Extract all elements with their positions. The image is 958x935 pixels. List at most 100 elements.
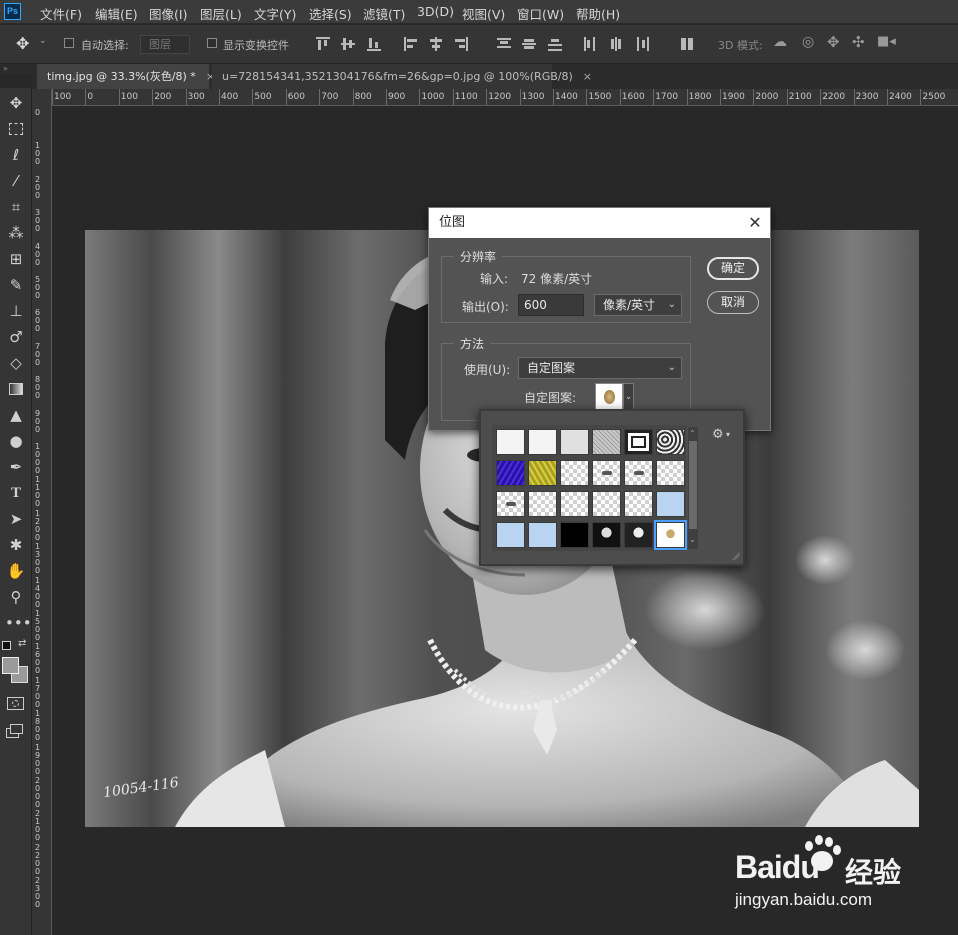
- scrollbar-thumb[interactable]: [689, 441, 697, 529]
- blur-tool-icon[interactable]: ▲: [5, 404, 27, 426]
- auto-select-target-dropdown[interactable]: 图层: [140, 35, 190, 54]
- pattern-swatch-portrait-selected[interactable]: [656, 522, 685, 548]
- scroll-up-icon[interactable]: ⌃: [689, 429, 696, 438]
- tab-timg[interactable]: timg.jpg @ 33.3%(灰色/8) * ×: [37, 64, 215, 89]
- default-colors-icon[interactable]: [2, 641, 11, 650]
- tab-second-image[interactable]: u=728154341,3521304176&fm=26&gp=0.jpg @ …: [212, 64, 592, 89]
- auto-align-icon[interactable]: [680, 37, 694, 51]
- healing-brush-tool-icon[interactable]: ⊞: [5, 248, 27, 270]
- pattern-swatch-square-frame[interactable]: [624, 429, 653, 455]
- hand-tool-icon[interactable]: ✋: [5, 560, 27, 582]
- distribute-top-icon[interactable]: [497, 37, 511, 51]
- eyedropper-tool-icon[interactable]: ⁂: [5, 222, 27, 244]
- magic-wand-tool-icon[interactable]: ⁄: [5, 170, 27, 192]
- pattern-swatch-noise[interactable]: [592, 429, 621, 455]
- brush-tool-icon[interactable]: ✎: [5, 274, 27, 296]
- pattern-swatch-paper-grey[interactable]: [560, 429, 589, 455]
- distribute-right-icon[interactable]: [635, 37, 649, 51]
- distribute-hcenter-icon[interactable]: [609, 37, 623, 51]
- crop-tool-icon[interactable]: ⌗: [5, 196, 27, 218]
- output-resolution-input[interactable]: 600: [518, 294, 584, 316]
- menu-window[interactable]: 窗口(W): [517, 4, 564, 23]
- menu-3d[interactable]: 3D(D): [417, 4, 454, 19]
- pattern-swatch-transparent-mark[interactable]: [592, 460, 621, 486]
- distribute-bottom-icon[interactable]: [548, 37, 562, 51]
- pattern-swatch-light-blue[interactable]: [528, 522, 557, 548]
- tab-close-icon[interactable]: ×: [583, 70, 592, 83]
- 3d-orbit-icon[interactable]: ☁: [773, 34, 787, 50]
- resize-grip-icon[interactable]: [729, 548, 741, 561]
- pattern-swatch-transparent[interactable]: [624, 491, 653, 517]
- menu-file[interactable]: 文件(F): [40, 4, 82, 23]
- pattern-swatch-portrait-a[interactable]: [592, 522, 621, 548]
- custom-pattern-swatch[interactable]: [595, 383, 623, 411]
- foreground-color-swatch[interactable]: [2, 657, 19, 674]
- pattern-swatch-transparent[interactable]: [656, 460, 685, 486]
- 3d-scale-icon[interactable]: ■◂: [877, 34, 896, 49]
- eraser-tool-icon[interactable]: ◇: [5, 352, 27, 374]
- scroll-down-icon[interactable]: ⌄: [689, 535, 696, 544]
- clone-stamp-tool-icon[interactable]: ⊥: [5, 300, 27, 322]
- 3d-roll-icon[interactable]: ◎: [802, 34, 814, 50]
- menu-select[interactable]: 选择(S): [309, 4, 352, 23]
- type-tool-icon[interactable]: T: [5, 482, 27, 504]
- menu-filter[interactable]: 滤镜(T): [363, 4, 405, 23]
- pattern-swatch-yellow-texture[interactable]: [528, 460, 557, 486]
- show-transform-checkbox[interactable]: [207, 38, 217, 48]
- screen-mode-icon[interactable]: [6, 724, 24, 738]
- close-icon[interactable]: ✕: [744, 212, 766, 234]
- zoom-tool-icon[interactable]: ⚲: [5, 586, 27, 608]
- pattern-swatch-rock-texture[interactable]: [656, 429, 685, 455]
- pattern-swatch-paper-white[interactable]: [496, 429, 525, 455]
- lasso-tool-icon[interactable]: ℓ: [5, 144, 27, 166]
- 3d-pan-icon[interactable]: ✥: [827, 33, 840, 51]
- history-brush-tool-icon[interactable]: ♂: [5, 326, 27, 348]
- align-bottom-icon[interactable]: [367, 37, 381, 51]
- pattern-swatch-transparent-mark[interactable]: [496, 491, 525, 517]
- move-tool-icon[interactable]: ✥: [16, 34, 29, 53]
- marquee-tool-icon[interactable]: [5, 118, 27, 140]
- menu-layer[interactable]: 图层(L): [200, 4, 242, 23]
- pattern-swatch-light-blue[interactable]: [496, 522, 525, 548]
- align-top-icon[interactable]: [316, 37, 330, 51]
- align-right-icon[interactable]: [454, 37, 468, 51]
- pattern-swatch-transparent[interactable]: [592, 491, 621, 517]
- quick-mask-icon[interactable]: [7, 697, 24, 710]
- align-hcenter-icon[interactable]: [429, 37, 443, 51]
- menu-help[interactable]: 帮助(H): [576, 4, 620, 23]
- menu-type[interactable]: 文字(Y): [254, 4, 296, 23]
- pattern-swatch-black[interactable]: [560, 522, 589, 548]
- distribute-vcenter-icon[interactable]: [522, 37, 536, 51]
- path-selection-tool-icon[interactable]: ➤: [5, 508, 27, 530]
- custom-shape-tool-icon[interactable]: ✱: [5, 534, 27, 556]
- gear-menu-chevron-icon[interactable]: ▾: [726, 430, 730, 439]
- pen-tool-icon[interactable]: ✒: [5, 456, 27, 478]
- auto-select-checkbox[interactable]: [64, 38, 74, 48]
- more-tools-icon[interactable]: •••: [5, 612, 32, 634]
- pattern-swatch-transparent[interactable]: [528, 491, 557, 517]
- pattern-swatch-transparent[interactable]: [560, 491, 589, 517]
- pattern-swatch-blue-texture[interactable]: [496, 460, 525, 486]
- swap-colors-icon[interactable]: ⇄: [18, 638, 26, 649]
- pattern-swatch-transparent-mark[interactable]: [624, 460, 653, 486]
- ok-button[interactable]: 确定: [707, 257, 759, 280]
- menu-edit[interactable]: 编辑(E): [95, 4, 138, 23]
- menu-view[interactable]: 视图(V): [462, 4, 505, 23]
- dodge-tool-icon[interactable]: ●: [5, 430, 27, 452]
- align-vcenter-icon[interactable]: [341, 37, 355, 51]
- 3d-slide-icon[interactable]: ✣: [852, 33, 865, 51]
- cancel-button[interactable]: 取消: [707, 291, 759, 314]
- tool-preset-chevron-icon[interactable]: ⌄: [39, 36, 47, 46]
- distribute-left-icon[interactable]: [583, 37, 597, 51]
- pattern-swatch-light-blue[interactable]: [656, 491, 685, 517]
- pattern-swatch-paper-white[interactable]: [528, 429, 557, 455]
- align-left-icon[interactable]: [404, 37, 418, 51]
- gear-icon[interactable]: ⚙: [712, 427, 724, 442]
- gradient-tool-icon[interactable]: [5, 378, 27, 400]
- move-tool-icon[interactable]: ✥: [5, 92, 27, 114]
- output-unit-dropdown[interactable]: 像素/英寸 ⌄: [594, 294, 682, 316]
- pattern-scrollbar[interactable]: ⌃ ⌄: [688, 427, 698, 549]
- pattern-swatch-transparent[interactable]: [560, 460, 589, 486]
- panel-collapse-icon[interactable]: »: [0, 64, 32, 74]
- method-dropdown[interactable]: 自定图案 ⌄: [518, 357, 682, 379]
